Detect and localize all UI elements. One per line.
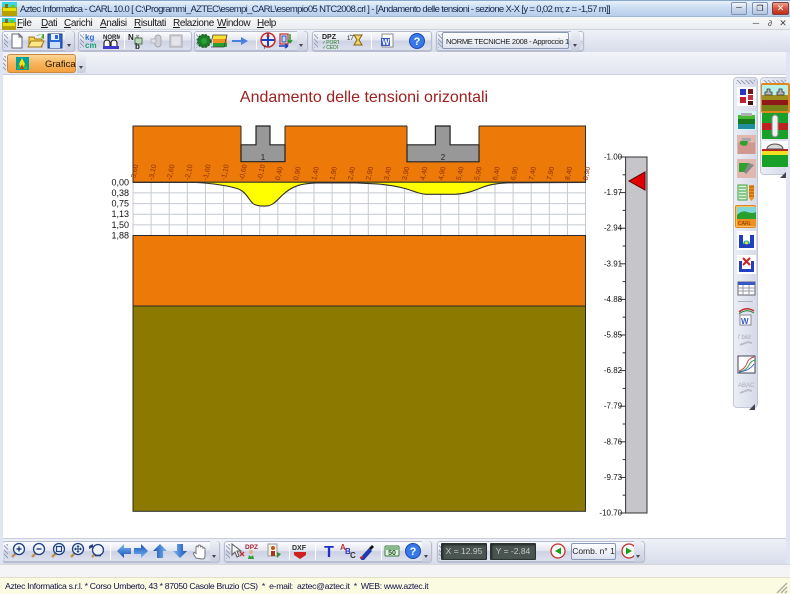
svg-text:-1.00: -1.00	[604, 153, 623, 162]
svg-text:-9.73: -9.73	[604, 473, 623, 482]
svg-text:1,13: 1,13	[111, 209, 129, 219]
svg-text:-3.91: -3.91	[604, 259, 623, 268]
svg-text:W: W	[741, 317, 749, 326]
svg-text:T: T	[324, 544, 334, 560]
svg-text:-2.94: -2.94	[604, 224, 623, 233]
svg-text:CARL: CARL	[738, 221, 752, 226]
svg-text:-8.76: -8.76	[604, 437, 623, 446]
svg-text:-1.97: -1.97	[604, 188, 623, 197]
svg-text:-5.85: -5.85	[604, 331, 623, 340]
svg-text:-4.88: -4.88	[604, 295, 623, 304]
svg-text:Andamento delle tensioni orizo: Andamento delle tensioni orizontali	[240, 89, 488, 106]
svg-text:0,00: 0,00	[111, 177, 129, 187]
svg-text:-7.79: -7.79	[604, 402, 623, 411]
svg-text:2: 2	[441, 153, 446, 162]
svg-text:0,75: 0,75	[111, 199, 129, 209]
svg-text:50: 50	[388, 550, 396, 557]
svg-text:-10.70: -10.70	[599, 509, 622, 518]
svg-text:0,38: 0,38	[111, 188, 129, 198]
svg-text:?: ?	[410, 546, 417, 558]
svg-text:8,90: 8,90	[583, 166, 593, 181]
svg-text:DXF: DXF	[292, 545, 307, 552]
svg-text:-6.82: -6.82	[604, 366, 623, 375]
svg-text:C: C	[350, 551, 356, 560]
svg-text:DPZ: DPZ	[245, 544, 258, 551]
svg-text:1: 1	[261, 153, 266, 162]
svg-text:f bild: f bild	[738, 335, 751, 341]
svg-text:ABAC: ABAC	[738, 383, 755, 389]
svg-text:1,88: 1,88	[111, 231, 129, 241]
svg-text:1,50: 1,50	[111, 220, 129, 230]
